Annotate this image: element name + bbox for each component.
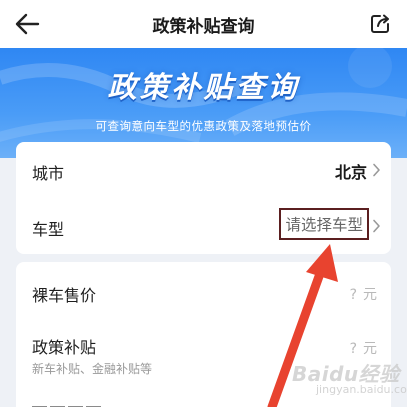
model-label: 车型 <box>32 220 65 239</box>
chevron-right-icon <box>373 219 380 233</box>
back-arrow-icon[interactable] <box>14 12 40 36</box>
model-placeholder: 请选择车型 <box>285 216 363 234</box>
model-select-button[interactable]: 请选择车型 <box>279 208 369 240</box>
chevron-right-icon <box>373 163 380 177</box>
model-row[interactable]: 车型 请选择车型 <box>16 198 391 254</box>
subsidy-label: 政策补贴 <box>32 338 97 357</box>
top-bar: 政策补贴查询 <box>0 0 407 48</box>
price-label: 裸车售价 <box>32 286 97 305</box>
watermark-url: jingyan.baidu.com <box>316 383 407 396</box>
city-value[interactable]: 北京 <box>335 159 367 183</box>
hero-title: 政策补贴查询 <box>107 70 300 104</box>
page-title: 政策补贴查询 <box>152 16 255 37</box>
hero-subtitle: 可查询意向车型的优惠政策及落地预估价 <box>95 119 312 133</box>
city-row[interactable]: 城市 北京 <box>16 142 391 198</box>
share-icon[interactable] <box>369 13 391 35</box>
selection-card: 城市 北京 车型 请选择车型 <box>16 142 391 254</box>
city-label: 城市 <box>32 164 65 183</box>
price-value: ? 元 <box>349 287 377 303</box>
subsidy-value: ? 元 <box>349 341 377 357</box>
price-row: 裸车售价 ? 元 <box>16 262 391 318</box>
subsidy-hint: 新车补贴、金融补贴等 <box>32 362 153 376</box>
